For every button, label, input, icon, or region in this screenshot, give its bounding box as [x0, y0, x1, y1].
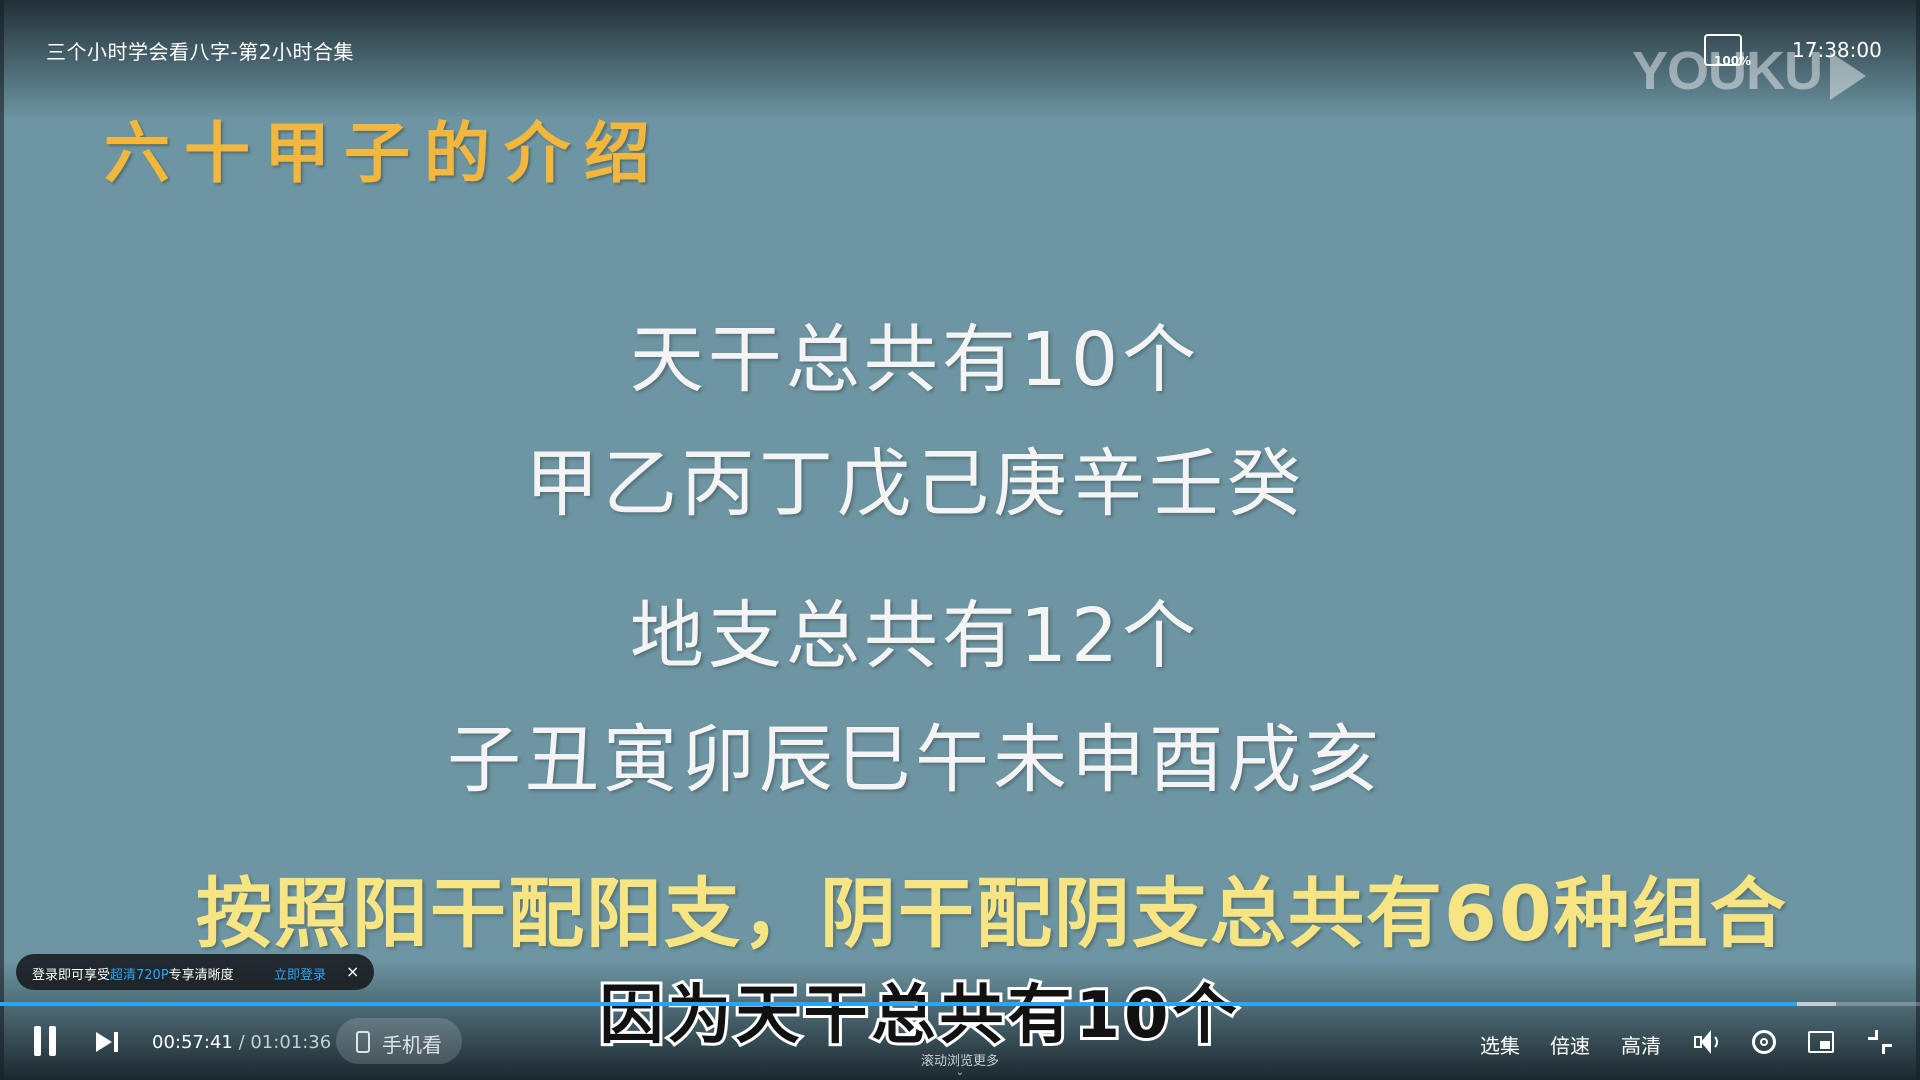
close-icon[interactable]: × — [346, 962, 359, 981]
slide-line-earthly-count: 地支总共有12个 — [629, 593, 1201, 679]
video-border-left — [0, 0, 4, 1080]
login-prompt: 登录即可享受超清720P专享清晰度 立即登录 × — [16, 954, 374, 990]
login-now-link[interactable]: 立即登录 — [274, 964, 326, 983]
volume-icon[interactable] — [1692, 1028, 1720, 1056]
video-border-right — [1916, 0, 1920, 1080]
progress-bar[interactable] — [0, 1002, 1920, 1006]
select-episode-button[interactable]: 选集 — [1480, 1030, 1520, 1059]
settings-icon[interactable] — [1750, 1028, 1778, 1056]
next-episode-button[interactable] — [96, 1032, 122, 1052]
youku-logo: YOUKU — [1632, 41, 1823, 101]
quality-button[interactable]: 高清 — [1621, 1030, 1661, 1059]
slide-line-heavenly-stems: 甲乙丙丁戊己庚辛壬癸 — [525, 441, 1305, 527]
playback-speed-button[interactable]: 倍速 — [1550, 1030, 1590, 1059]
slide-line-earthly-branches: 子丑寅卯辰巳午未申酉戌亥 — [447, 717, 1383, 803]
picture-in-picture-icon[interactable] — [1808, 1028, 1836, 1056]
chevron-down-icon: ⌄ — [955, 1067, 965, 1078]
exit-fullscreen-icon[interactable] — [1866, 1028, 1894, 1056]
progress-played — [0, 1002, 1798, 1006]
login-prompt-text: 登录即可享受超清720P专享清晰度 — [32, 968, 234, 983]
slide-line-heavenly-count: 天干总共有10个 — [629, 317, 1201, 403]
progress-buffered — [1797, 1002, 1836, 1006]
video-frame[interactable]: 六十甲子的介绍 天干总共有10个 甲乙丙丁戊己庚辛壬癸 地支总共有12个 子丑寅… — [0, 0, 1920, 1080]
slide-line-combinations: 按照阳干配阳支，阴干配阴支总共有60种组合 — [196, 869, 1788, 958]
video-title: 三个小时学会看八字-第2小时合集 — [46, 40, 354, 64]
youku-logo-arrow-icon — [1830, 52, 1866, 100]
